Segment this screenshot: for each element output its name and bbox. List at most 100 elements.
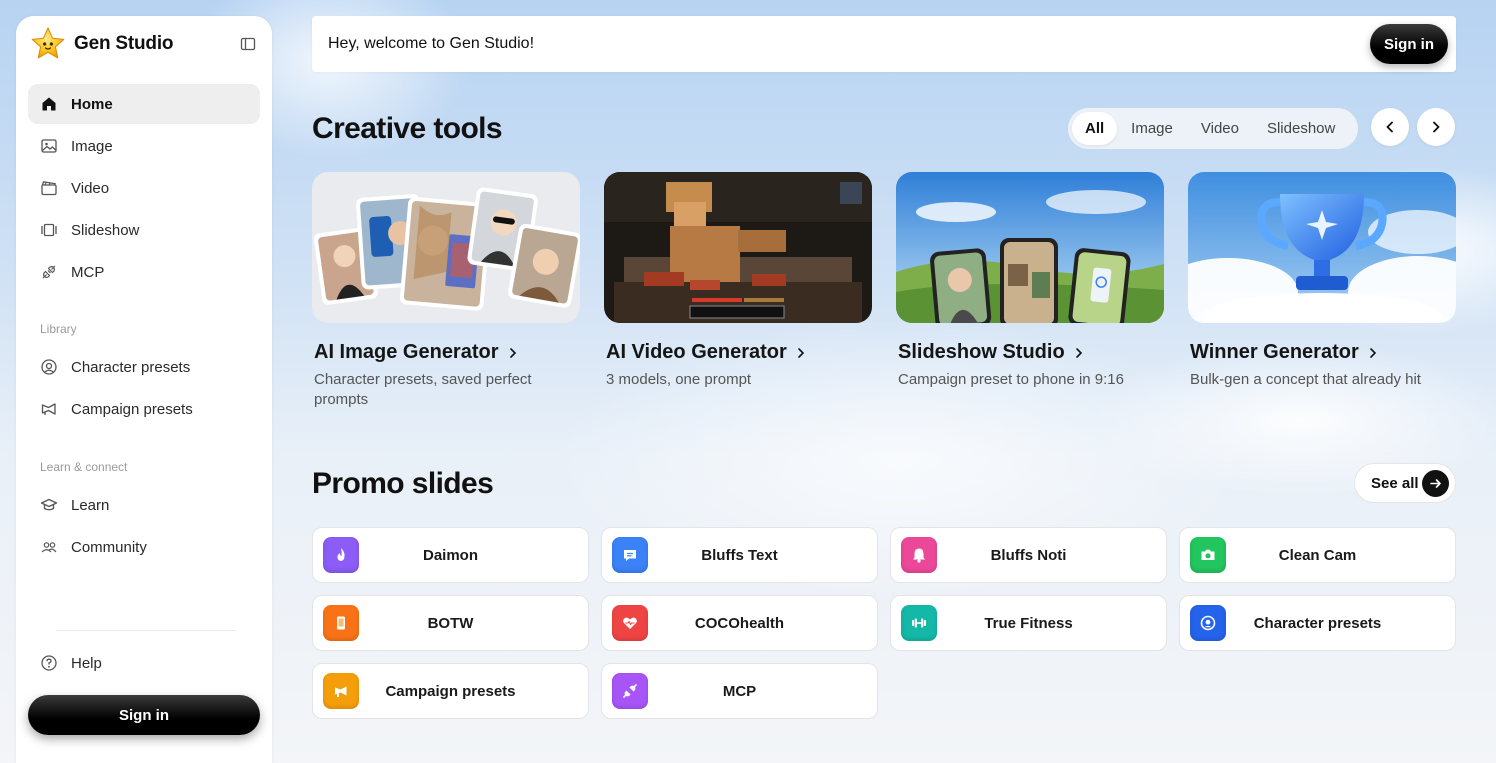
promo-campaign-presets[interactable]: Campaign presets [312,663,589,719]
chevron-right-icon [797,347,804,358]
chevron-right-icon [1369,347,1376,358]
tool-card-title-text: AI Video Generator [606,341,787,363]
sidebar-item-label: Learn [71,496,110,514]
plug-icon [42,265,56,279]
welcome-bar: Hey, welcome to Gen Studio! Sign in [312,16,1456,72]
brand[interactable]: Gen Studio [30,26,174,62]
sidebar-item-learn[interactable]: Learn [28,485,260,525]
arrow-right-icon [1430,479,1441,488]
promo-icon-bg [323,537,359,573]
sidebar-item-mcp[interactable]: MCP [28,252,260,292]
sidebar-item-home[interactable]: Home [28,84,260,124]
chat-icon [624,550,636,561]
sidebar-signin-button[interactable]: Sign in [28,695,260,735]
tool-card-title: Slideshow Studio [898,341,1164,364]
image-icon [41,139,57,153]
plug-icon [623,684,637,698]
tool-card-image-generator[interactable]: AI Image Generator Character presets, sa… [312,172,580,410]
promo-icon-bg [612,537,648,573]
main-nav: Home Image Video Slideshow MCP [28,84,260,294]
sidebar-item-character-presets[interactable]: Character presets [28,347,260,387]
sidebar-divider [56,630,236,631]
promo-icon-bg [901,605,937,641]
sidebar-item-label: Video [71,179,110,197]
sidebar-collapse-icon[interactable] [240,36,256,52]
tool-card-title-text: AI Image Generator [314,341,499,363]
help-icon [41,655,57,671]
welcome-text: Hey, welcome to Gen Studio! [328,35,535,52]
video-generator-thumbnail [604,172,872,323]
chevron-right-icon [1075,347,1082,358]
promo-icon-bg [612,673,648,709]
tool-card-title-text: Slideshow Studio [898,341,1065,363]
tool-card-slideshow-studio[interactable]: Slideshow Studio Campaign preset to phon… [896,172,1164,390]
tool-card-video-generator[interactable]: AI Video Generator 3 models, one prompt [604,172,872,390]
sidebar-item-help[interactable]: Help [28,643,260,683]
tab-image[interactable]: Image [1117,112,1187,145]
filter-tabs: All Image Video Slideshow [1068,108,1358,149]
promo-slides-title: Promo slides [312,467,494,500]
prev-button[interactable] [1371,108,1409,146]
app-name: Gen Studio [74,33,174,54]
sidebar-item-label: Image [71,137,113,155]
tool-card-title: AI Video Generator [606,341,872,364]
promo-bluffs-text[interactable]: Bluffs Text [601,527,878,583]
tool-card-winner-generator[interactable]: Winner Generator Bulk-gen a concept that… [1188,172,1456,390]
sidebar-item-label: MCP [71,263,105,281]
see-all-label: See all [1371,474,1419,492]
promo-icon-bg [323,673,359,709]
see-all-button[interactable]: See all [1354,463,1456,503]
promo-botw[interactable]: BOTW [312,595,589,651]
promo-true-fitness[interactable]: True Fitness [890,595,1167,651]
sidebar-item-label: Home [71,95,113,113]
promo-character-presets[interactable]: Character presets [1179,595,1456,651]
library-nav: Character presets Campaign presets [28,347,260,431]
user-circle-icon [1200,615,1216,631]
sidebar-item-slideshow[interactable]: Slideshow [28,210,260,250]
promo-mcp[interactable]: MCP [601,663,878,719]
megaphone-icon [41,403,56,415]
promo-bluffs-noti[interactable]: Bluffs Noti [890,527,1167,583]
promo-icon-bg [901,537,937,573]
camera-icon [1201,549,1215,560]
video-icon [41,181,57,196]
heart-icon [623,617,637,629]
tool-card-title: Winner Generator [1190,341,1456,364]
learn-nav: Learn Community [28,485,260,569]
graduation-cap-icon [40,498,58,511]
promo-clean-cam[interactable]: Clean Cam [1179,527,1456,583]
sidebar: Gen Studio Home Image Video Slideshow MC… [16,16,272,763]
slideshow-icon [41,223,57,237]
users-icon [41,542,57,553]
chevron-right-icon [509,347,516,358]
winner-generator-thumbnail [1188,172,1456,323]
character-icon [41,359,57,375]
tool-card-description: Character presets, saved perfect prompts [314,371,532,408]
tab-slideshow[interactable]: Slideshow [1253,112,1349,145]
sidebar-item-label: Community [71,538,147,556]
tool-card-description: Campaign preset to phone in 9:16 [898,371,1124,388]
promo-cocohealth[interactable]: COCOhealth [601,595,878,651]
sidebar-item-video[interactable]: Video [28,168,260,208]
chevron-left-icon [1386,121,1393,133]
tab-video[interactable]: Video [1187,112,1253,145]
sidebar-item-image[interactable]: Image [28,126,260,166]
next-button[interactable] [1417,108,1455,146]
sidebar-item-label: Slideshow [71,221,140,239]
creative-tools-title: Creative tools [312,112,503,145]
phone-icon [337,616,345,630]
tool-card-description: Bulk-gen a concept that already hit [1190,371,1421,388]
header-signin-button[interactable]: Sign in [1370,24,1448,64]
dumbbell-icon [912,618,926,628]
promo-icon-bg [612,605,648,641]
image-generator-thumbnail [312,172,580,323]
promo-daimon[interactable]: Daimon [312,527,589,583]
sidebar-item-campaign-presets[interactable]: Campaign presets [28,389,260,429]
tab-all[interactable]: All [1072,112,1118,145]
arrow-right-circle [1422,470,1449,497]
sidebar-item-community[interactable]: Community [28,527,260,567]
library-section-label: Library [40,322,77,336]
sidebar-item-label: Help [71,654,102,672]
sidebar-item-label: Campaign presets [71,400,193,418]
promo-icon-bg [323,605,359,641]
